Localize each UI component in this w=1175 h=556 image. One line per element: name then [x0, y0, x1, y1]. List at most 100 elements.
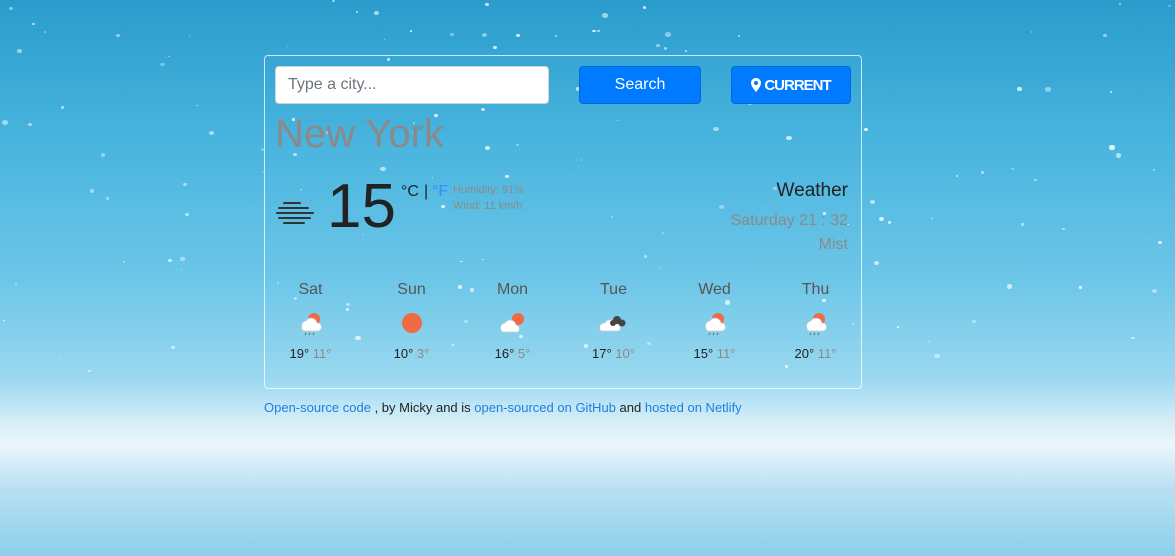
snowflake	[1010, 167, 1014, 171]
sun-icon	[401, 313, 422, 333]
humidity-label: Humidity: 91%	[453, 184, 524, 196]
snowflake	[601, 13, 608, 18]
rain-sun-icon	[300, 313, 322, 336]
snowflake	[383, 38, 386, 40]
snowflake	[1109, 145, 1115, 150]
snowflake	[656, 43, 660, 47]
snowflake	[188, 36, 191, 38]
forecast-min: 10°	[615, 346, 635, 361]
current-temperature: 15	[327, 172, 396, 241]
snowflake	[183, 183, 187, 187]
snowflake	[1158, 241, 1162, 245]
forecast-day-name: Thu	[801, 281, 830, 298]
snowflake	[1061, 227, 1065, 230]
partly-cloudy-icon	[499, 313, 524, 333]
forecast-max: 20°	[794, 346, 815, 361]
open-source-code-link[interactable]: Open-source code	[264, 400, 371, 415]
snowflake	[592, 29, 596, 33]
snowflake	[597, 29, 600, 32]
snowflake	[167, 259, 172, 263]
snowflake	[864, 128, 868, 131]
forecast-row: Sat 19° 11° Sun 10° 3° Mon 16° 5° Tue 17…	[260, 280, 868, 370]
snowflake	[122, 261, 126, 264]
snowflake	[2, 119, 8, 125]
snowflake	[1045, 87, 1052, 92]
footer-text: and	[615, 400, 645, 415]
forecast-max: 10°	[393, 346, 414, 361]
snowflake	[1034, 178, 1037, 181]
netlify-link[interactable]: hosted on Netlify	[645, 400, 742, 415]
search-button[interactable]: Search	[579, 66, 701, 104]
snowflake	[878, 216, 884, 221]
snowflake	[171, 345, 176, 350]
snowflake	[409, 30, 413, 33]
snowflake	[89, 189, 94, 193]
cloudy-icon	[598, 316, 625, 332]
forecast-day: Thu 20° 11°	[765, 280, 866, 361]
snowflake	[116, 33, 121, 37]
snowflake	[195, 104, 198, 107]
snowflake	[184, 212, 190, 217]
snowflake	[159, 62, 165, 67]
forecast-max: 15°	[693, 346, 714, 361]
snowflake	[58, 356, 61, 359]
forecast-min: 11°	[716, 346, 736, 361]
snowflake	[1017, 87, 1022, 91]
city-search-input[interactable]	[275, 66, 549, 104]
forecast-day: Sat 19° 11°	[260, 280, 361, 361]
weather-heading: Weather	[776, 180, 848, 201]
celsius-toggle[interactable]: °C	[401, 183, 419, 201]
snowflake	[168, 55, 170, 58]
snowflake	[28, 122, 32, 126]
forecast-day: Mon 16° 5°	[462, 280, 563, 361]
snowflake	[1144, 236, 1146, 238]
mist-icon	[276, 202, 314, 224]
snowflake	[1006, 284, 1013, 289]
rain-sun-icon	[805, 313, 827, 336]
forecast-day-name: Sun	[397, 281, 426, 298]
snowflake	[665, 32, 671, 37]
snowflake	[1110, 91, 1113, 93]
snowflake	[485, 3, 489, 6]
snowflake	[180, 268, 182, 270]
snowflake	[101, 153, 106, 157]
forecast-day: Wed 15° 11°	[664, 280, 765, 361]
forecast-day: Sun 10° 3°	[361, 280, 462, 361]
fahrenheit-toggle[interactable]: °F	[432, 183, 448, 201]
snowflake	[1079, 286, 1083, 289]
snowflake	[180, 257, 185, 261]
github-link[interactable]: open-sourced on GitHub	[474, 400, 616, 415]
snowflake	[374, 11, 379, 15]
snowflake	[9, 6, 14, 11]
snowflake	[1116, 153, 1122, 158]
footer-text: , by Micky and is	[370, 400, 475, 415]
snowflake	[355, 11, 358, 13]
snowflake	[1168, 5, 1171, 8]
snowflake	[208, 130, 214, 135]
snowflake	[287, 46, 289, 48]
snowflake	[1151, 288, 1157, 294]
current-location-button[interactable]: CURRENT	[731, 66, 851, 104]
location-pin-icon	[751, 78, 762, 92]
forecast-day-name: Wed	[698, 281, 731, 298]
snowflake	[874, 260, 880, 266]
snowflake	[449, 33, 454, 37]
forecast-min: 11°	[817, 346, 837, 361]
snowflake	[1020, 223, 1024, 226]
unit-separator: |	[424, 183, 429, 200]
forecast-day: Tue 17° 10°	[563, 280, 664, 361]
snowflake	[971, 320, 976, 324]
snowflake	[737, 34, 741, 37]
snowflake	[928, 340, 930, 342]
snowflake	[43, 31, 46, 33]
forecast-day-name: Tue	[600, 281, 627, 298]
snowflake	[3, 319, 6, 322]
snowflake	[934, 353, 941, 359]
current-button-label: CURRENT	[764, 76, 831, 94]
snowflake	[642, 6, 647, 9]
forecast-min: 5°	[517, 346, 531, 361]
snowflake	[663, 47, 668, 51]
snowflake	[32, 23, 35, 26]
wind-label: Wind: 11 km/h	[453, 200, 523, 212]
snowflake	[17, 49, 22, 53]
